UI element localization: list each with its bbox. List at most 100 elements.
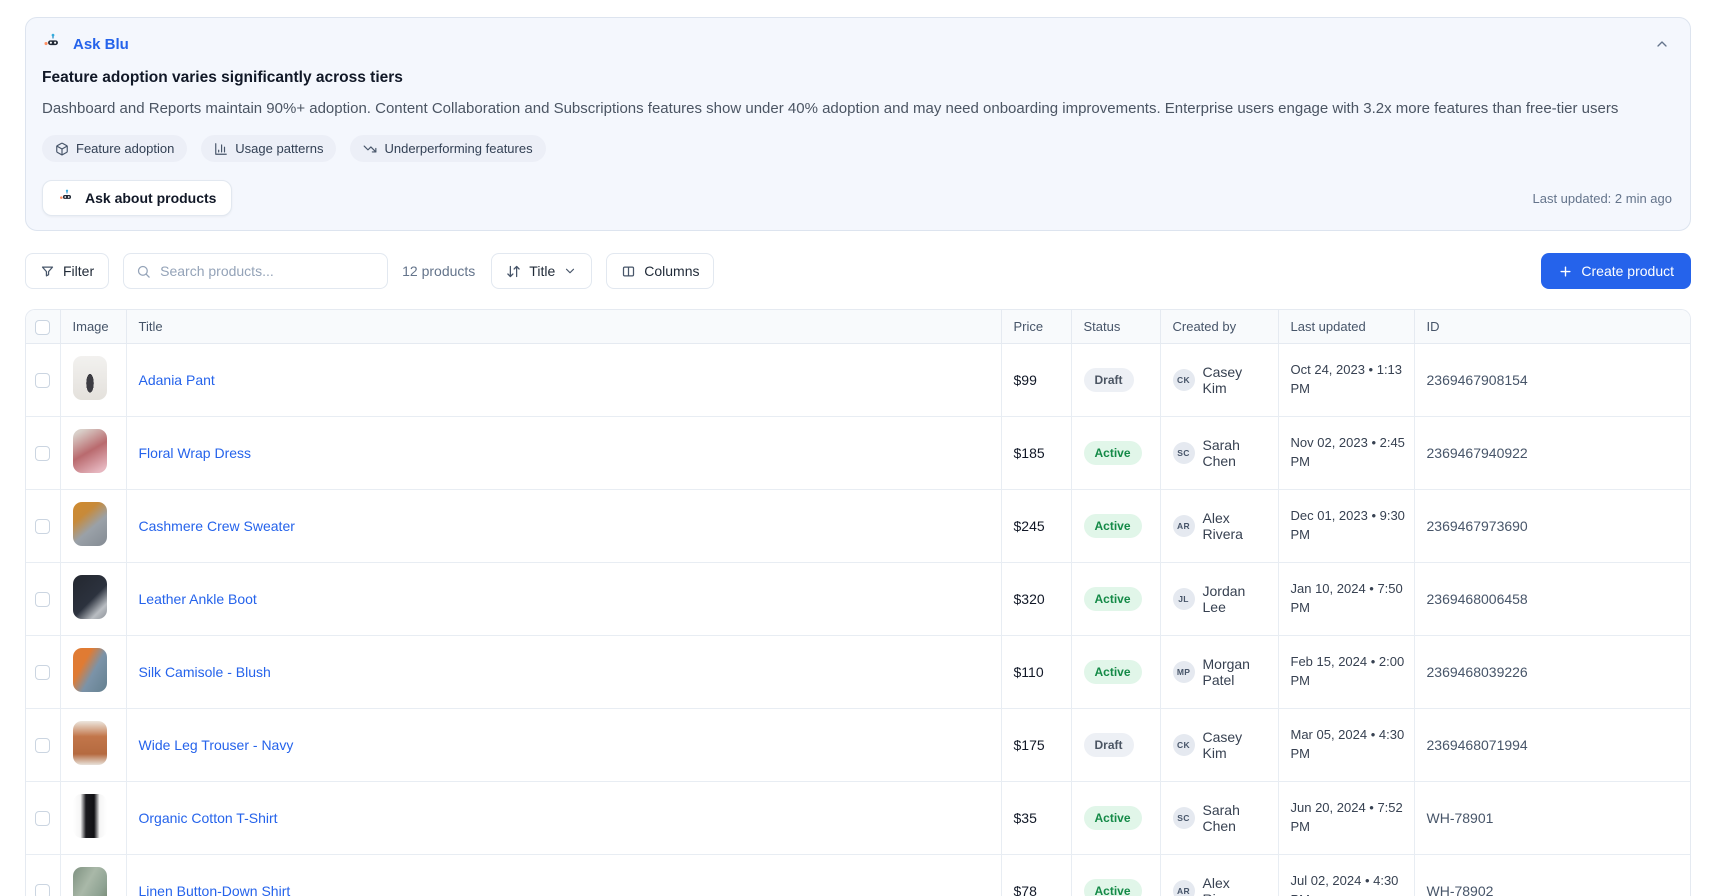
blu-robot-icon	[58, 189, 76, 207]
avatar: CK	[1172, 733, 1195, 756]
last-updated-text: Last updated: 2 min ago	[1532, 190, 1673, 206]
chip-underperforming-features[interactable]: Underperforming features	[350, 135, 546, 163]
product-id: 2369467940922	[1414, 416, 1690, 490]
avatar: AR	[1172, 514, 1195, 537]
insight-chips: Feature adoption Usage patterns Underper…	[42, 135, 1672, 163]
product-title-link[interactable]: Linen Button-Down Shirt	[139, 883, 291, 896]
product-thumbnail	[72, 575, 107, 620]
row-checkbox[interactable]	[35, 665, 51, 681]
last-updated-value: Feb 15, 2024 • 2:00 PM	[1278, 635, 1415, 709]
avatar: AR	[1172, 879, 1195, 896]
product-thumbnail	[72, 356, 107, 401]
product-id: 2369468006458	[1414, 562, 1690, 636]
bar-chart-icon	[215, 142, 228, 155]
create-product-label: Create product	[1581, 263, 1674, 280]
product-price: $78	[1001, 854, 1072, 896]
row-checkbox[interactable]	[35, 592, 51, 608]
product-id: 2369468071994	[1414, 708, 1690, 782]
avatar: MP	[1172, 660, 1195, 683]
product-title-link[interactable]: Silk Camisole - Blush	[139, 664, 271, 680]
status-badge: Active	[1083, 659, 1142, 684]
table-row: Wide Leg Trouser - Navy $175 Draft CK Ca…	[26, 708, 1690, 782]
search-input[interactable]	[160, 263, 376, 280]
products-table: Image Title Price Status Created by Last…	[25, 309, 1691, 896]
product-price: $99	[1001, 343, 1072, 417]
chip-feature-adoption[interactable]: Feature adoption	[42, 135, 188, 163]
last-updated-value: Mar 05, 2024 • 4:30 PM	[1278, 708, 1415, 782]
status-badge: Active	[1083, 586, 1142, 611]
ask-blu-panel: Ask Blu Feature adoption varies signific…	[25, 17, 1691, 232]
last-updated-value: Jan 10, 2024 • 7:50 PM	[1278, 562, 1415, 636]
ask-blu-brand: Ask Blu	[42, 33, 129, 55]
last-updated-value: Dec 01, 2023 • 9:30 PM	[1278, 489, 1415, 563]
row-checkbox[interactable]	[35, 373, 51, 389]
creator-name: Alex Rivera	[1202, 509, 1243, 542]
last-updated-value: Oct 24, 2023 • 1:13 PM	[1278, 343, 1415, 417]
columns-button[interactable]: Columns	[606, 253, 715, 290]
product-id: 2369468039226	[1414, 635, 1690, 709]
product-title-link[interactable]: Leather Ankle Boot	[139, 591, 257, 607]
status-badge: Draft	[1083, 367, 1134, 392]
product-title-link[interactable]: Adania Pant	[139, 372, 215, 388]
chevron-up-icon	[1657, 41, 1667, 47]
product-thumbnail	[72, 721, 107, 766]
last-updated-value: Nov 02, 2023 • 2:45 PM	[1278, 416, 1415, 490]
product-id: WH-78901	[1414, 781, 1690, 855]
avatar: SC	[1172, 806, 1195, 829]
product-title-link[interactable]: Floral Wrap Dress	[139, 445, 252, 461]
creator-name: Sarah Chen	[1202, 436, 1240, 469]
avatar: JL	[1172, 587, 1195, 610]
product-price: $185	[1001, 416, 1072, 490]
last-updated-value: Jul 02, 2024 • 4:30 PM	[1278, 854, 1415, 896]
product-count: 12 products	[402, 263, 476, 280]
product-id: 2369467973690	[1414, 489, 1690, 563]
trending-down-icon	[364, 145, 377, 153]
product-title-link[interactable]: Cashmere Crew Sweater	[139, 518, 295, 534]
row-checkbox[interactable]	[35, 884, 51, 896]
row-checkbox[interactable]	[35, 519, 51, 535]
status-badge: Draft	[1083, 732, 1134, 757]
blu-robot-icon	[42, 33, 64, 55]
column-header-id: ID	[1414, 310, 1690, 344]
product-title-link[interactable]: Wide Leg Trouser - Navy	[139, 737, 294, 753]
table-row: Linen Button-Down Shirt $78 Active AR Al…	[26, 854, 1690, 896]
creator-name: Casey Kim	[1202, 363, 1243, 396]
create-product-button[interactable]: Create product	[1541, 253, 1691, 290]
ask-about-products-label: Ask about products	[85, 190, 217, 207]
product-title-link[interactable]: Organic Cotton T-Shirt	[139, 810, 278, 826]
filter-label: Filter	[63, 263, 95, 280]
table-row: Silk Camisole - Blush $110 Active MP Mor…	[26, 635, 1690, 709]
column-header-price: Price	[1001, 310, 1072, 344]
products-toolbar: Filter 12 products Title Columns Create …	[25, 253, 1691, 290]
product-price: $320	[1001, 562, 1072, 636]
chip-usage-patterns[interactable]: Usage patterns	[201, 135, 337, 163]
sort-label: Title	[529, 263, 556, 280]
table-row: Floral Wrap Dress $185 Active SC Sarah C…	[26, 416, 1690, 490]
chevron-down-icon	[566, 268, 575, 274]
column-header-created-by: Created by	[1160, 310, 1279, 344]
columns-icon	[623, 266, 635, 277]
row-checkbox[interactable]	[35, 738, 51, 754]
column-header-image: Image	[60, 310, 127, 344]
row-checkbox[interactable]	[35, 811, 51, 827]
collapse-panel-button[interactable]	[1652, 34, 1672, 54]
products-page: Ask Blu Feature adoption varies signific…	[0, 0, 1716, 896]
select-all-checkbox[interactable]	[35, 319, 51, 335]
sort-arrows-icon	[507, 265, 521, 277]
filter-button[interactable]: Filter	[25, 253, 110, 290]
row-checkbox[interactable]	[35, 446, 51, 462]
ask-about-products-button[interactable]: Ask about products	[42, 180, 233, 217]
plus-icon	[1560, 266, 1571, 277]
product-price: $175	[1001, 708, 1072, 782]
product-thumbnail	[72, 867, 107, 896]
table-row: Adania Pant $99 Draft CK Casey Kim Oct 2…	[26, 343, 1690, 417]
table-row: Organic Cotton T-Shirt $35 Active SC Sar…	[26, 781, 1690, 855]
product-price: $245	[1001, 489, 1072, 563]
avatar: CK	[1172, 368, 1195, 391]
column-header-status: Status	[1071, 310, 1161, 344]
chip-label: Feature adoption	[76, 141, 175, 157]
sort-button[interactable]: Title	[491, 253, 593, 290]
status-badge: Active	[1083, 513, 1142, 538]
product-thumbnail	[72, 429, 107, 474]
columns-label: Columns	[644, 263, 700, 280]
